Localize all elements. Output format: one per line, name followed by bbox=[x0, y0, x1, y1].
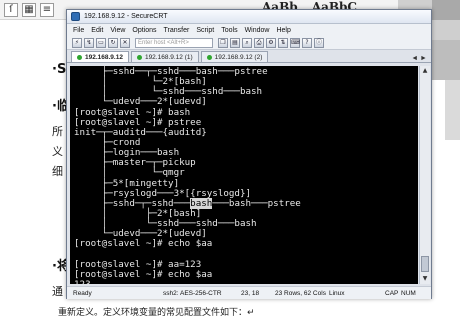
menu-tools[interactable]: Tools bbox=[221, 27, 237, 34]
window-titlebar[interactable]: 192.168.9.12 - SecureCRT bbox=[67, 10, 431, 24]
status-num: NUM bbox=[401, 290, 416, 297]
tab-session-1[interactable]: 192.168.9.12 bbox=[71, 51, 129, 62]
document-text: 重新定义。定义环境变量的常见配置文件如下：↵ bbox=[58, 308, 255, 318]
connected-icon bbox=[77, 54, 82, 60]
status-cursor-position: 23, 18 bbox=[241, 290, 260, 297]
document-text-column: 所 义 细 bbox=[52, 122, 63, 182]
window-title: 192.168.9.12 - SecureCRT bbox=[84, 13, 168, 20]
status-bar: Ready ssh2: AES-256-CTR 23, 18 23 Rows, … bbox=[67, 286, 431, 299]
terminal-output[interactable]: ├─sshd──┬─sshd───bash───pstree │ └─2*[ba… bbox=[70, 66, 418, 284]
status-terminal-type: Linux bbox=[329, 290, 345, 297]
scrollbar-thumb[interactable] bbox=[421, 256, 429, 272]
status-encryption: ssh2: AES-256-CTR bbox=[163, 290, 222, 297]
connected-icon bbox=[136, 54, 142, 60]
connect-tab-icon[interactable]: ▭ bbox=[96, 37, 106, 48]
menu-options[interactable]: Options bbox=[132, 27, 156, 34]
print-icon[interactable]: ⎙ bbox=[254, 37, 264, 48]
terminal-line: [root@slavel ~]# echo $aa bbox=[74, 238, 213, 250]
menu-bar: File Edit View Options Transfer Script T… bbox=[67, 24, 431, 36]
toolbar: ⚡ ↯ ▭ ↻ ✕ Enter host <Alt+R> ❐ ▤ ⌕ ⎙ ⚙ ⇅… bbox=[67, 36, 431, 50]
menu-script[interactable]: Script bbox=[196, 27, 214, 34]
disconnect-icon[interactable]: ✕ bbox=[120, 37, 130, 48]
connect-icon[interactable]: ⚡ bbox=[72, 37, 82, 48]
document-heading: ·S bbox=[52, 62, 67, 77]
status-ready: Ready bbox=[73, 290, 92, 297]
securecrt-app-icon bbox=[71, 12, 80, 21]
blurred-area bbox=[432, 40, 460, 80]
blurred-area bbox=[432, 0, 460, 20]
copy-icon[interactable]: ❐ bbox=[218, 37, 228, 48]
menu-window[interactable]: Window bbox=[245, 27, 270, 34]
connected-icon bbox=[206, 54, 212, 60]
status-caps: CAP bbox=[385, 290, 399, 297]
info-icon[interactable]: ⓘ bbox=[314, 37, 324, 48]
quick-connect-icon[interactable]: ↯ bbox=[84, 37, 94, 48]
tab-label: 192.168.9.12 (2) bbox=[214, 53, 263, 61]
settings-icon[interactable]: ⚙ bbox=[266, 37, 276, 48]
help-icon[interactable]: ? bbox=[302, 37, 312, 48]
tab-label: 192.168.9.12 (1) bbox=[144, 53, 193, 61]
terminal-line: [root@slavel ~]# echo $aa bbox=[74, 268, 213, 280]
blurred-area bbox=[445, 80, 460, 140]
keymap-icon[interactable]: ⌨ bbox=[290, 37, 300, 48]
menu-view[interactable]: View bbox=[110, 27, 125, 34]
tab-scroll-arrows[interactable]: ◄ ► bbox=[411, 55, 427, 62]
ribbon-icon[interactable]: ▦ bbox=[22, 3, 36, 17]
document-text: 通 bbox=[52, 286, 63, 298]
tab-label: 192.168.9.12 bbox=[85, 53, 123, 61]
find-icon[interactable]: ⌕ bbox=[242, 37, 252, 48]
terminal-line: 123 bbox=[74, 279, 418, 284]
securecrt-window: 192.168.9.12 - SecureCRT File Edit View … bbox=[66, 9, 432, 299]
menu-file[interactable]: File bbox=[73, 27, 84, 34]
document-text: 细 bbox=[52, 166, 63, 178]
session-tabs: 192.168.9.12 192.168.9.12 (1) 192.168.9.… bbox=[67, 50, 431, 63]
scroll-up-icon[interactable]: ▲ bbox=[420, 66, 430, 76]
ribbon-icon[interactable]: ſ bbox=[4, 3, 18, 17]
menu-edit[interactable]: Edit bbox=[91, 27, 103, 34]
tab-session-2[interactable]: 192.168.9.12 (1) bbox=[130, 51, 199, 62]
paste-icon[interactable]: ▤ bbox=[230, 37, 240, 48]
scroll-down-icon[interactable]: ▼ bbox=[420, 274, 430, 284]
menu-transfer[interactable]: Transfer bbox=[164, 27, 190, 34]
reconnect-icon[interactable]: ↻ bbox=[108, 37, 118, 48]
document-text: 义 bbox=[52, 146, 63, 158]
document-text: 所 bbox=[52, 126, 63, 138]
terminal-scrollbar[interactable]: ▲ ▼ bbox=[419, 66, 430, 284]
tab-session-3[interactable]: 192.168.9.12 (2) bbox=[200, 51, 269, 62]
menu-help[interactable]: Help bbox=[276, 27, 290, 34]
sftp-icon[interactable]: ⇅ bbox=[278, 37, 288, 48]
status-terminal-size: 23 Rows, 62 Cols bbox=[275, 290, 326, 297]
host-input[interactable]: Enter host <Alt+R> bbox=[135, 37, 213, 48]
ribbon-icon[interactable]: ≡ bbox=[40, 3, 54, 17]
